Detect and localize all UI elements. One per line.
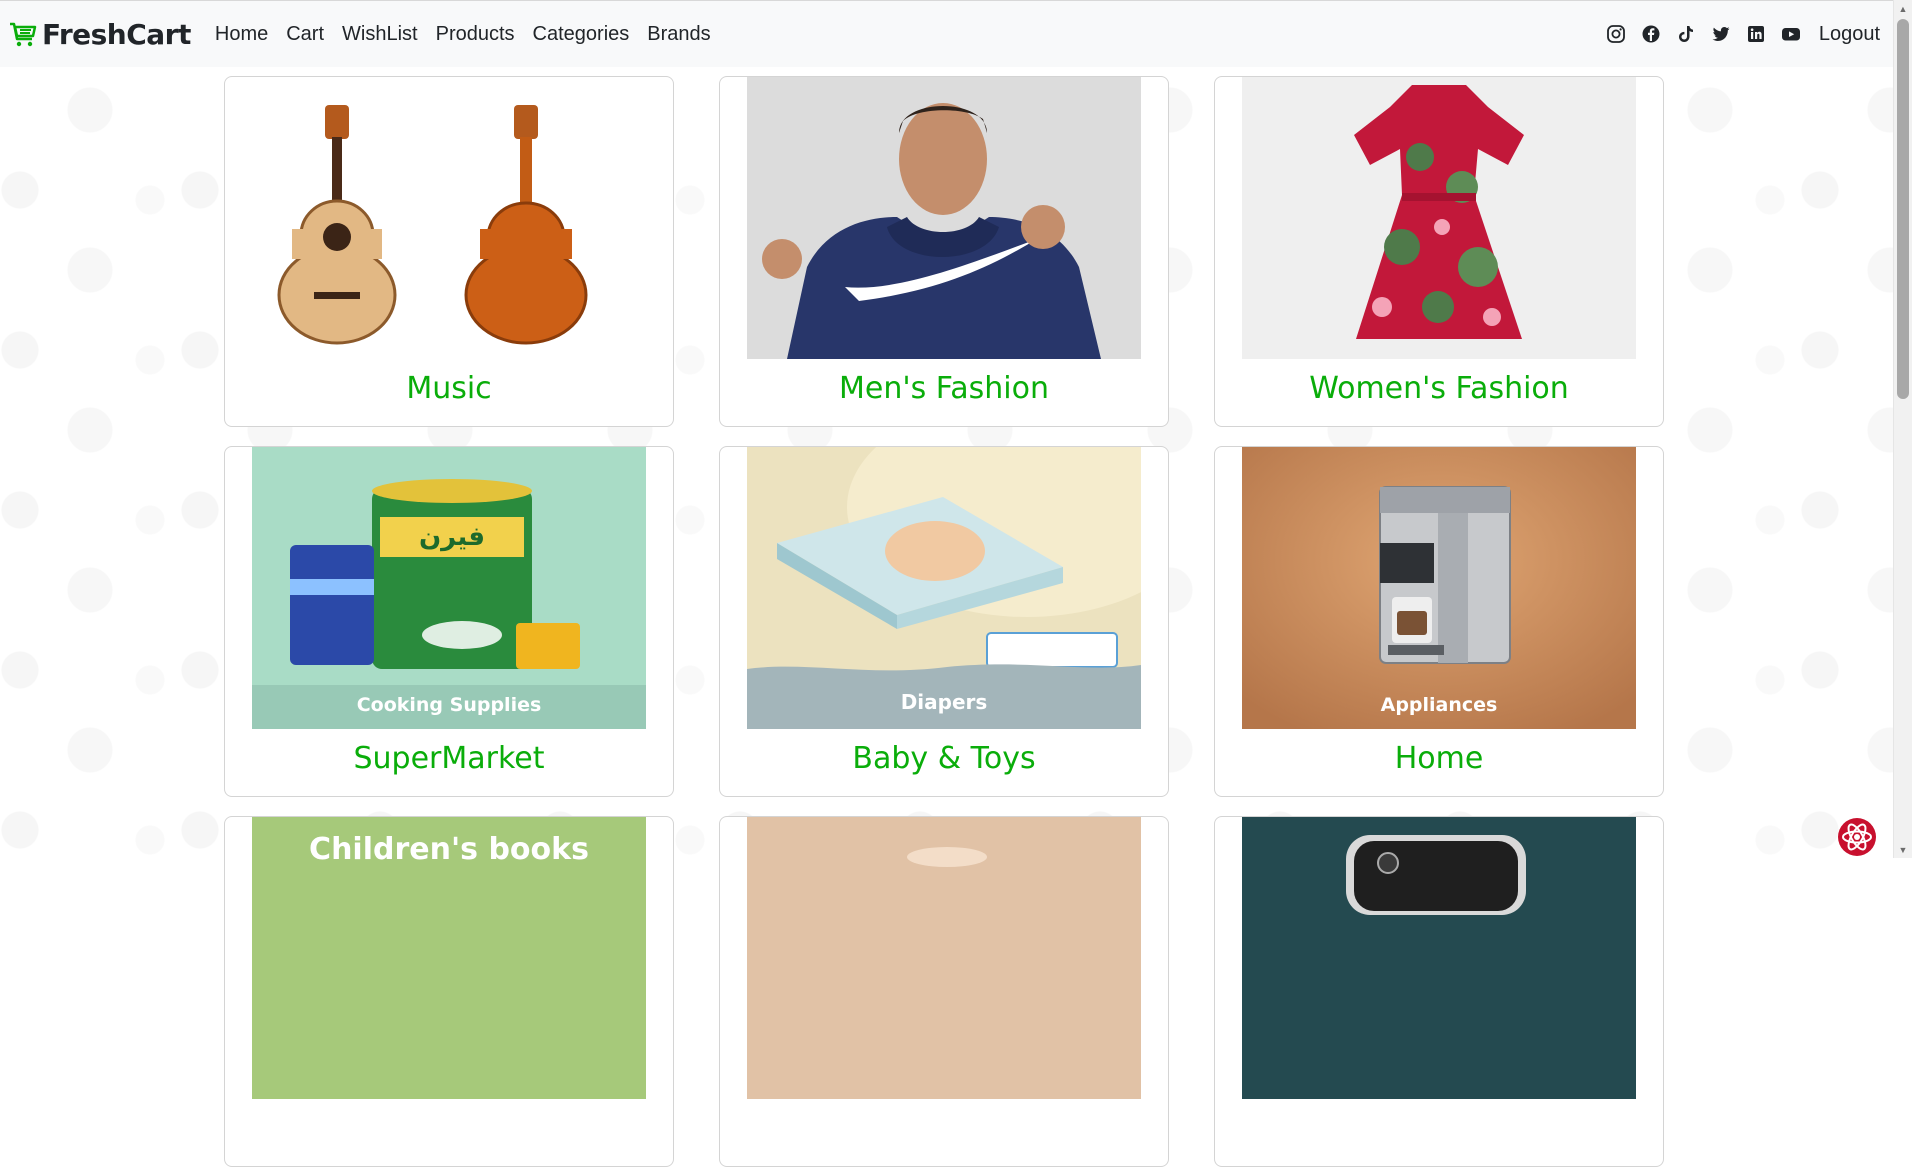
category-name: Men's Fashion <box>839 371 1049 406</box>
coffee-machine-illustration: Appliances <box>1242 447 1636 729</box>
coffee-machine-image: Appliances <box>1242 447 1636 729</box>
nav-link-cart[interactable]: Cart <box>286 23 324 46</box>
nav-link-products[interactable]: Products <box>436 23 515 46</box>
tiktok-icon[interactable] <box>1675 23 1697 45</box>
nav-right: Logout <box>1605 23 1880 46</box>
books-image: Children's books <box>252 817 646 1099</box>
hoodie-illustration <box>747 77 1141 359</box>
dress-image <box>1242 77 1636 359</box>
category-name: Home <box>1394 741 1484 776</box>
brand-name: FreshCart <box>42 17 191 51</box>
hoodie-image <box>747 77 1141 359</box>
scrollbar-thumb[interactable] <box>1897 19 1909 399</box>
youtube-icon[interactable] <box>1780 23 1802 45</box>
facebook-icon[interactable] <box>1640 23 1662 45</box>
navbar: FreshCart Home Cart WishList Products Ca… <box>0 0 1893 67</box>
dress-illustration <box>1242 77 1636 359</box>
beauty-image <box>747 817 1141 1099</box>
category-card-music[interactable]: Music <box>224 76 674 427</box>
instagram-icon[interactable] <box>1605 23 1627 45</box>
nav-links: Home Cart WishList Products Categories B… <box>215 23 711 46</box>
nav-link-brands[interactable]: Brands <box>647 23 710 46</box>
cart-icon <box>10 22 37 47</box>
image-caption: Appliances <box>1381 694 1498 716</box>
phone-image <box>1242 817 1636 1099</box>
category-card-supermarket[interactable]: فيرن Cooking Supplies SuperMarket <box>224 446 674 797</box>
diapers-illustration: Diapers <box>747 447 1141 729</box>
category-name: SuperMarket <box>353 741 545 776</box>
image-caption: Diapers <box>901 690 988 714</box>
groceries-image: فيرن Cooking Supplies <box>252 447 646 729</box>
twitter-icon[interactable] <box>1710 23 1732 45</box>
category-name: Music <box>406 371 492 406</box>
category-card-electronics[interactable] <box>1214 816 1664 1167</box>
beauty-illustration <box>747 817 1141 1099</box>
react-devtools-icon[interactable] <box>1836 816 1878 858</box>
guitar-image <box>252 77 646 359</box>
books-illustration: Children's books <box>252 817 646 1099</box>
category-card-home[interactable]: Appliances Home <box>1214 446 1664 797</box>
linkedin-icon[interactable] <box>1745 23 1767 45</box>
category-card-beauty[interactable] <box>719 816 1169 1167</box>
scroll-down-arrow-icon[interactable]: ▼ <box>1894 841 1912 858</box>
nav-link-categories[interactable]: Categories <box>533 23 630 46</box>
nav-link-wishlist[interactable]: WishList <box>342 23 418 46</box>
logout-link[interactable]: Logout <box>1819 23 1880 46</box>
guitar-illustration <box>252 77 646 359</box>
image-caption: Children's books <box>309 832 589 867</box>
scroll-up-arrow-icon[interactable]: ▲ <box>1894 0 1912 17</box>
svg-text:فيرن: فيرن <box>419 522 485 552</box>
diapers-image: Diapers <box>747 447 1141 729</box>
category-card-womens-fashion[interactable]: Women's Fashion <box>1214 76 1664 427</box>
category-card-mens-fashion[interactable]: Men's Fashion <box>719 76 1169 427</box>
category-name: Baby & Toys <box>852 741 1036 776</box>
category-card-books[interactable]: Children's books <box>224 816 674 1167</box>
image-caption: Cooking Supplies <box>357 694 542 716</box>
nav-link-home[interactable]: Home <box>215 23 268 46</box>
category-card-baby-toys[interactable]: Diapers Baby & Toys <box>719 446 1169 797</box>
groceries-illustration: فيرن Cooking Supplies <box>252 447 646 729</box>
page-scrollbar[interactable]: ▲ ▼ <box>1893 0 1912 858</box>
brand-logo[interactable]: FreshCart <box>8 18 191 51</box>
phone-illustration <box>1242 817 1636 1099</box>
category-name: Women's Fashion <box>1309 371 1569 406</box>
